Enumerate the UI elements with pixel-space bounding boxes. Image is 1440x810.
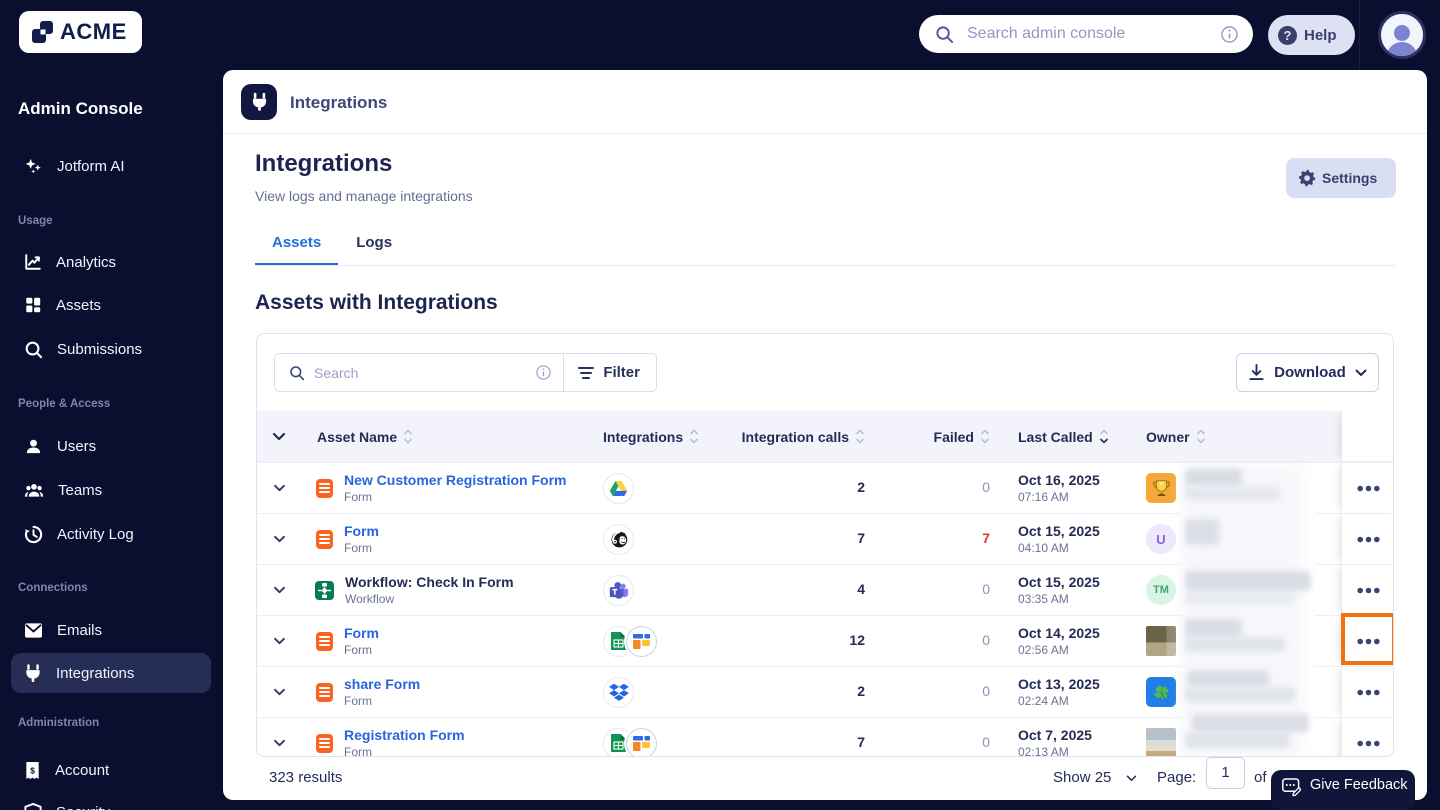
svg-text:$: $ <box>30 765 35 775</box>
